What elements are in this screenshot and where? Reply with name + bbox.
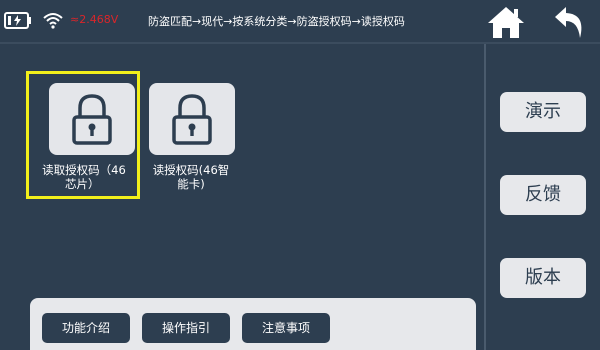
demo-button[interactable]: 演示 — [500, 92, 586, 132]
read-auth-code-46-chip-tile[interactable] — [49, 83, 135, 155]
back-arrow-icon[interactable] — [552, 4, 588, 40]
sidebar-divider — [484, 44, 486, 350]
function-intro-button[interactable]: 功能介绍 — [42, 313, 130, 343]
breadcrumb: 防盗匹配→现代→按系统分类→防盗授权码→读授权码 — [148, 15, 405, 28]
tile-label-read-auth-code-46-smart-key: 读授权码(46智 能卡) — [143, 163, 239, 191]
notes-button[interactable]: 注意事项 — [242, 313, 330, 343]
padlock-icon — [72, 94, 112, 145]
padlock-icon — [172, 94, 212, 145]
home-icon[interactable] — [486, 4, 526, 40]
read-auth-code-46-smart-key-tile[interactable] — [149, 83, 235, 155]
tile-label-read-auth-code-46-chip: 读取授权码（46 芯片） — [35, 163, 133, 191]
header-divider — [0, 42, 600, 44]
feedback-button[interactable]: 反馈 — [500, 175, 586, 215]
tile-label-line2: 能卡) — [177, 177, 205, 191]
version-button[interactable]: 版本 — [500, 258, 586, 298]
top-bar: ≈2.468V 防盗匹配→现代→按系统分类→防盗授权码→读授权码 — [0, 0, 600, 42]
tile-label-line1: 读授权码(46智 — [152, 163, 230, 177]
tile-label-line1: 读取授权码（46 — [42, 163, 126, 177]
voltage-readout: ≈2.468V — [70, 13, 119, 26]
wifi-icon — [43, 13, 63, 29]
operation-guide-button[interactable]: 操作指引 — [142, 313, 230, 343]
tile-label-line2: 芯片） — [65, 177, 100, 191]
battery-icon — [4, 12, 31, 29]
